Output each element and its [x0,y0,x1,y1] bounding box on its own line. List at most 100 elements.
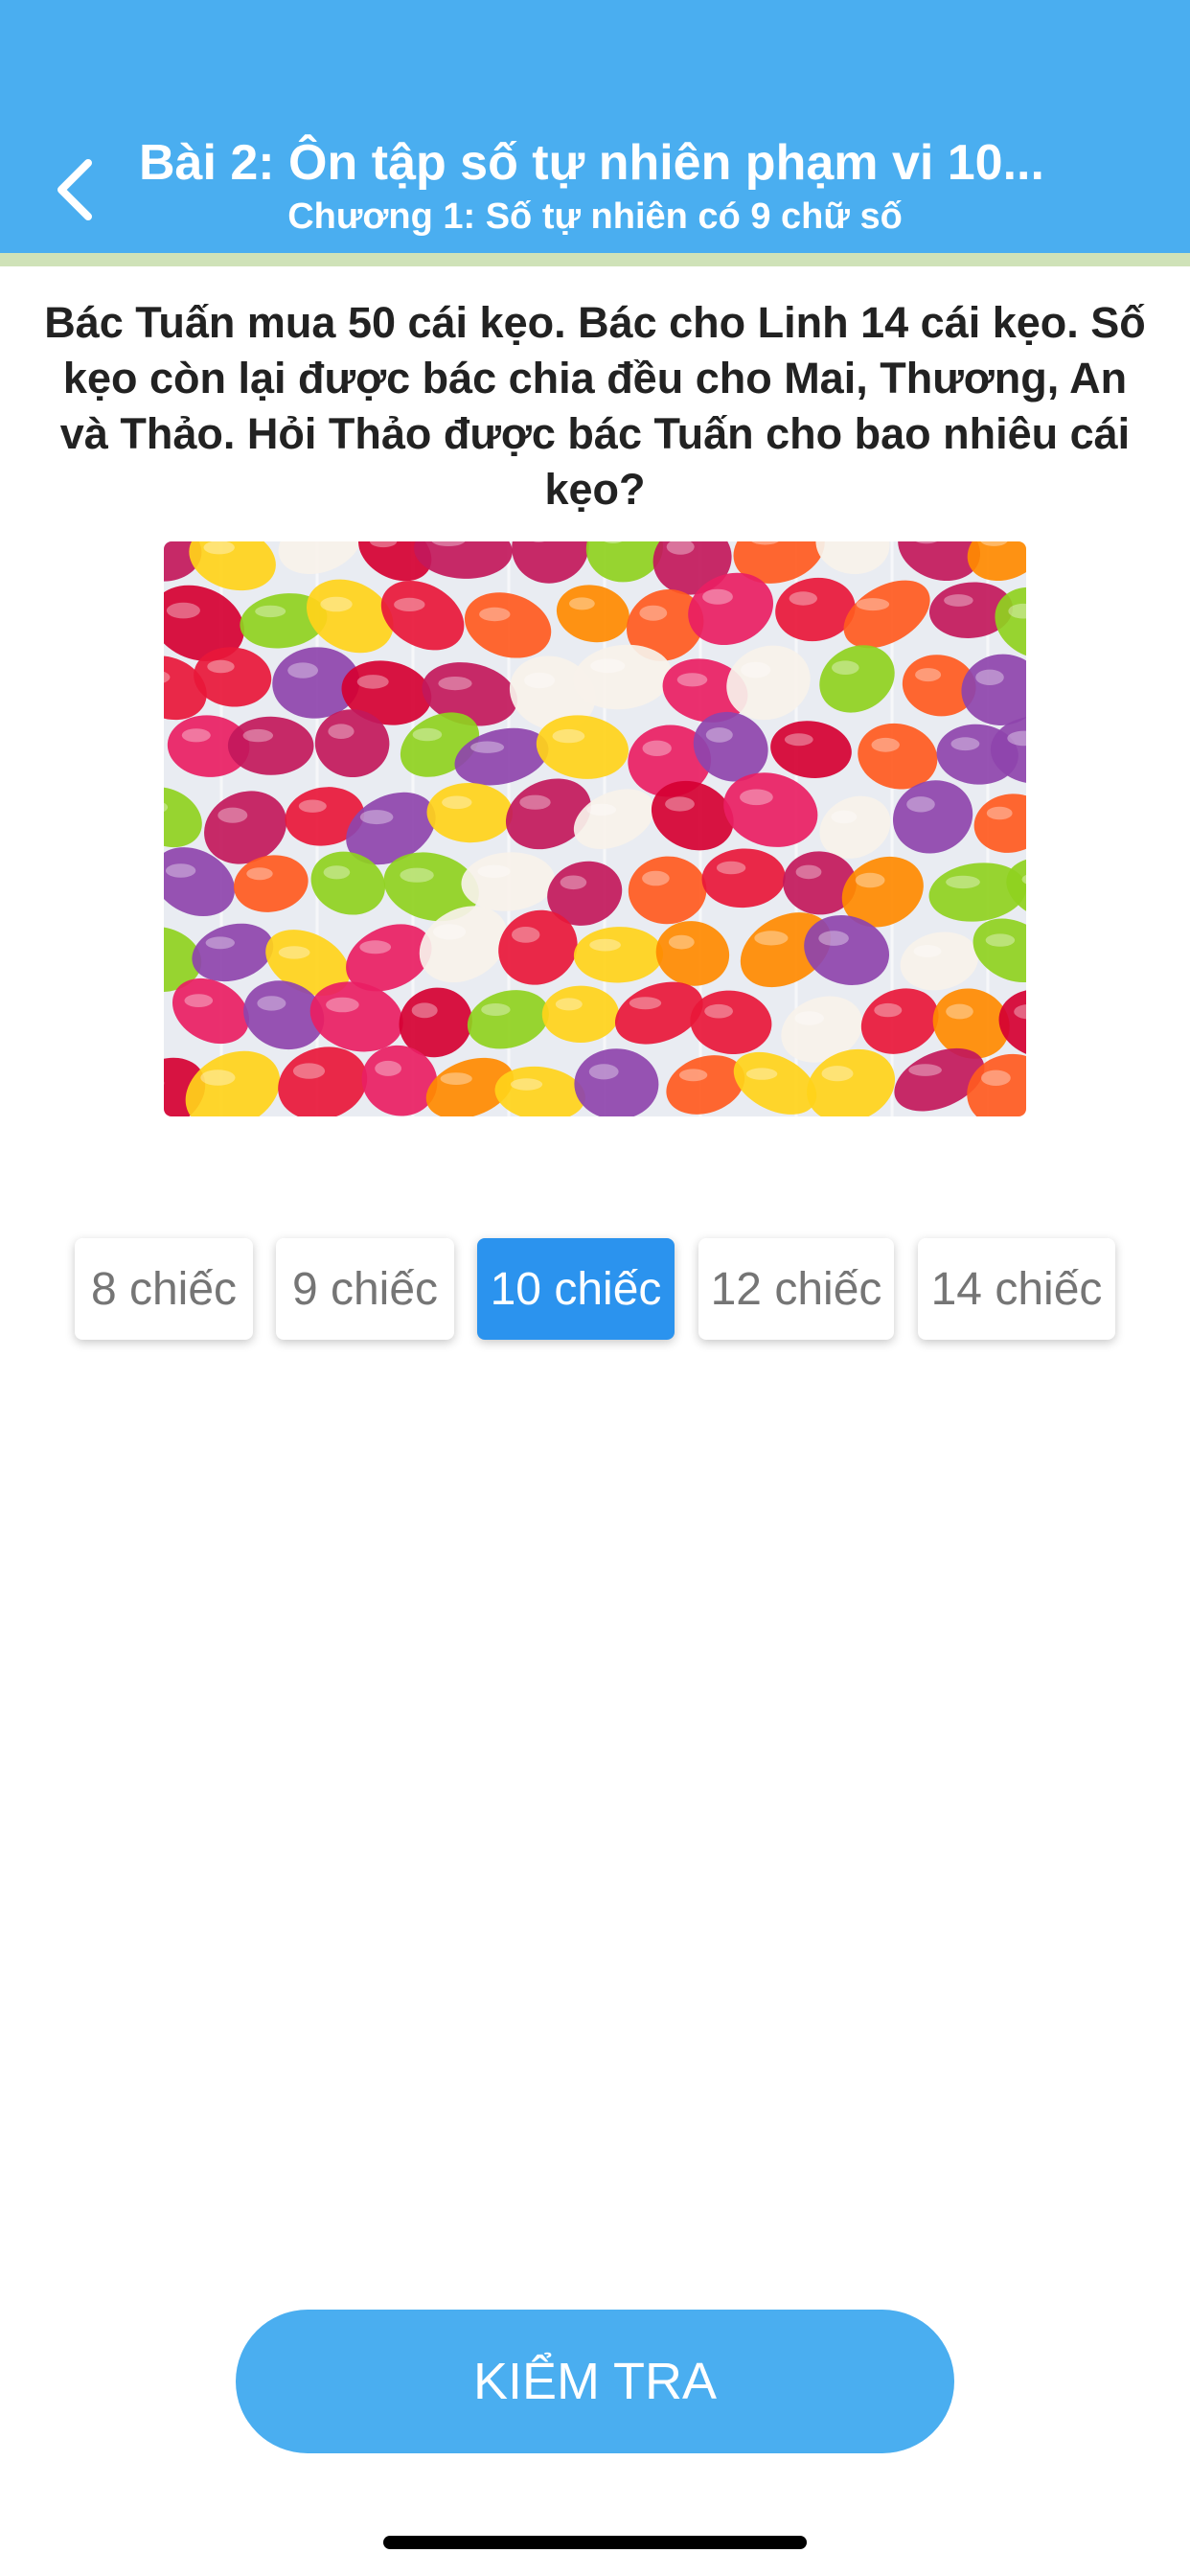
candy-highlight [200,1070,236,1086]
candy-highlight [629,997,662,1010]
candy-highlight [555,998,583,1011]
candy-highlight [831,810,858,824]
candy-highlight [375,1060,401,1076]
header-divider [0,253,1190,266]
candy-highlight [165,863,196,878]
candy-highlight [668,934,695,950]
candy-highlight [287,662,318,678]
candy-highlight [205,936,235,950]
candy-highlight [394,597,425,611]
lesson-title: Bài 2: Ôn tập số tự nhiên phạm vi 10... [139,135,1044,191]
candy-highlight [323,865,351,880]
candy-highlight [676,673,708,687]
candy-highlight [320,596,353,612]
candy-highlight [705,727,733,743]
candy-highlight [975,669,1004,685]
candy-highlight [818,931,849,946]
candy-highlight [257,996,286,1011]
candy-highlight [639,605,668,621]
candy-highlight [795,864,822,880]
candy-highlight [292,1063,326,1079]
candy-highlight [470,741,505,753]
candy-highlight [560,875,587,890]
candy-highlight [704,1003,733,1019]
candy-highlight [552,728,585,744]
candy-image [164,541,1026,1116]
candy-highlight [400,867,434,883]
candy-highlight [477,864,511,878]
candy-highlight [702,588,733,605]
candy-highlight [479,607,511,622]
candy-highlight [856,598,890,611]
option-12-chiec[interactable]: 12 chiếc [698,1238,894,1340]
candy-highlight [590,658,626,674]
candy-highlight [278,946,310,959]
candy-highlight [741,661,771,678]
option-14-chiec[interactable]: 14 chiếc [918,1238,1115,1340]
candy-highlight [326,997,359,1013]
candy-highlight [871,737,900,752]
candy-highlight [908,1064,942,1076]
candy-highlight [510,1078,543,1091]
candy-highlight [946,1003,973,1020]
candy-highlight [642,740,672,756]
candy-highlight [298,799,327,813]
candy-highlight [821,1066,854,1082]
candy-highlight [569,597,595,610]
candy-highlight [855,872,885,888]
candy-highlight [166,602,200,619]
candy-highlight [986,806,1013,820]
candy-highlight [512,927,540,943]
candy-highlight [328,724,355,739]
candy-highlight [906,796,935,813]
candy-highlight [242,728,273,743]
candy-highlight [915,668,942,682]
candy-highlight [913,945,942,957]
candy-highlight [588,1064,619,1080]
candy-highlight [246,867,273,881]
candy-highlight [745,1068,778,1080]
candy-highlight [589,938,621,952]
candy-highlight [481,1003,511,1016]
candy-highlight [519,794,551,810]
candy-highlight [950,737,980,751]
candy-highlight [642,870,670,886]
candy-highlight [946,875,980,889]
candy-highlight [440,1072,472,1085]
candy-highlight [217,807,248,823]
candy-highlight [740,789,773,806]
candy-highlight [411,1002,438,1019]
question-text: Bác Tuấn mua 50 cái kẹo. Bác cho Linh 14… [44,298,1146,514]
candy-highlight [754,931,789,946]
candy-highlight [181,728,211,743]
candy-highlight [832,660,859,675]
option-10-chiec[interactable]: 10 chiếc [477,1238,675,1340]
candy-highlight [207,659,235,674]
home-indicator [383,2536,807,2549]
candy-highlight [716,861,746,875]
candy-highlight [442,795,472,810]
candy-highlight [524,672,556,689]
candy-highlight [678,1069,708,1082]
option-8-chiec[interactable]: 8 chiếc [75,1238,253,1340]
candy-highlight [438,677,472,691]
candy-highlight [794,1011,824,1025]
candy-highlight [184,994,214,1007]
candy-illustration [164,541,1026,1116]
candy-highlight [359,940,392,954]
candy-highlight [874,1002,903,1018]
candy-highlight [433,924,467,940]
chapter-subtitle: Chương 1: Số tự nhiên có 9 chữ số [287,196,903,237]
candy-highlight [665,796,695,812]
candy-highlight [981,1070,1011,1086]
candy-highlight [944,594,973,607]
check-button[interactable]: KIỂM TRA [236,2310,954,2453]
candy-highlight [255,605,286,618]
candy-highlight [784,733,813,747]
candy-highlight [586,803,617,816]
candy-highlight [356,675,389,689]
candy-highlight [412,727,443,742]
option-9-chiec[interactable]: 9 chiếc [276,1238,454,1340]
candy-highlight [359,810,394,825]
candy-highlight [789,591,817,606]
